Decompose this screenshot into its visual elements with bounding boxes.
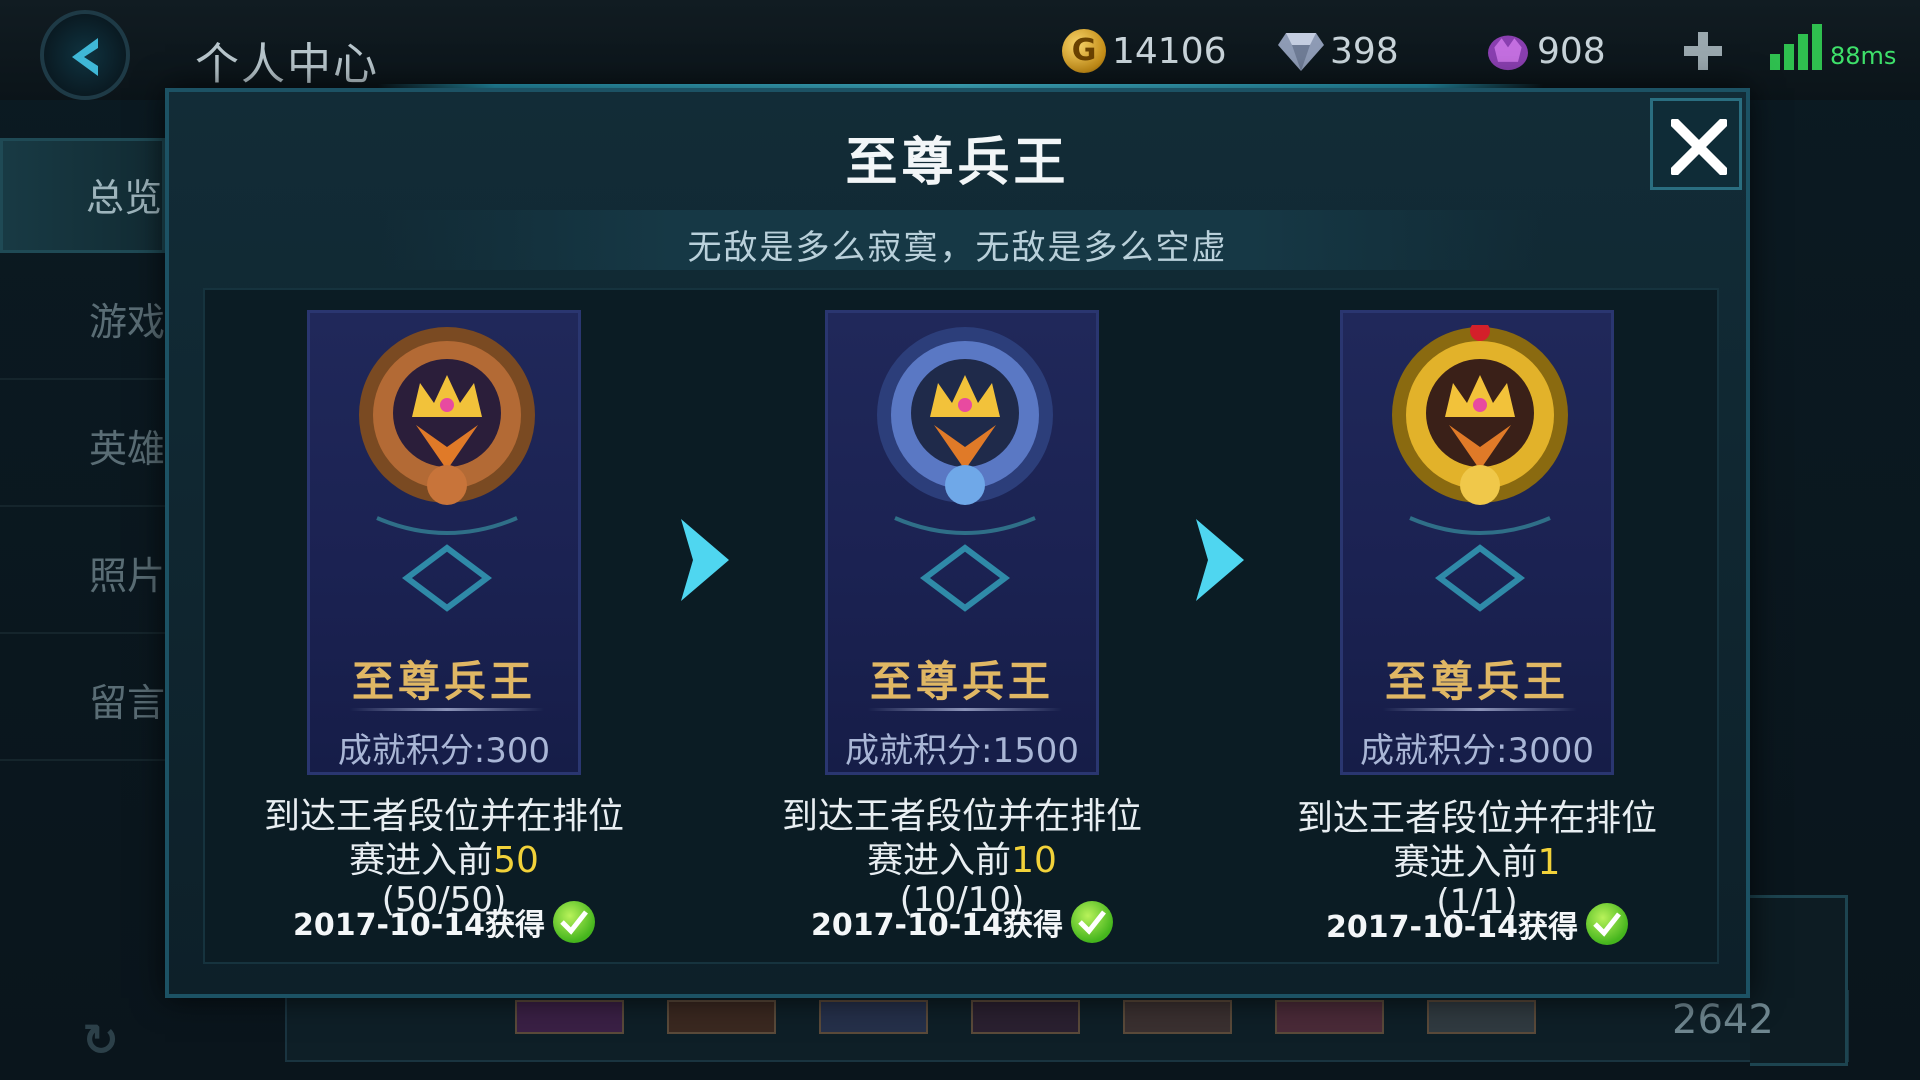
achievement-date: 2017-10-14获得	[782, 900, 1142, 944]
gold-value: 14106	[1112, 30, 1227, 72]
description-rank: 10	[1011, 840, 1057, 881]
check-icon	[1070, 901, 1113, 943]
diamond-value: 398	[1330, 30, 1399, 72]
achievement-card-bronze: 至尊兵王 成就积分:300	[307, 310, 581, 775]
back-arrow-icon	[72, 38, 98, 76]
page-title: 个人中心	[195, 39, 379, 90]
hero-thumbnail	[971, 1000, 1080, 1034]
hero-thumbnail	[515, 1000, 624, 1034]
description-rank: 1	[1537, 842, 1561, 883]
add-currency-button[interactable]	[1680, 28, 1726, 74]
description-text: 到达王者段位并在排位赛进入前	[1297, 798, 1658, 883]
check-icon	[1585, 903, 1628, 945]
sidebar-item-overview[interactable]: 总览	[0, 138, 165, 253]
hero-thumbnail	[1275, 1000, 1384, 1034]
hero-thumbnail	[667, 1000, 776, 1034]
card-points: 成就积分:1500	[845, 731, 1079, 771]
achievement-card-silver: 至尊兵王 成就积分:1500	[825, 310, 1099, 775]
sidebar-item-messages[interactable]: 留言	[0, 646, 165, 761]
modal-title: 至尊兵王	[845, 133, 1070, 193]
silver-emblem-icon	[877, 327, 1053, 505]
hero-thumbnail	[819, 1000, 928, 1034]
sidebar-item-label: 英雄	[88, 427, 165, 471]
chevron-right-icon	[681, 519, 729, 601]
sidebar-item-heroes[interactable]: 英雄	[0, 392, 165, 507]
card-ornament	[894, 516, 1036, 612]
sidebar-item-games[interactable]: 游戏	[0, 265, 165, 380]
description-rank: 50	[493, 840, 539, 881]
achievement-description: 到达王者段位并在排位赛进入前1	[1297, 797, 1657, 885]
ping-value: 88ms	[1830, 42, 1897, 70]
date-text: 2017-10-14获得	[811, 908, 1063, 943]
achievement-description: 到达王者段位并在排位赛进入前50	[264, 795, 624, 883]
bronze-emblem-icon	[359, 327, 535, 505]
card-title: 至尊兵王	[869, 657, 1054, 706]
crystal-value: 908	[1537, 30, 1606, 72]
gold-emblem-icon	[1392, 325, 1568, 505]
date-text: 2017-10-14获得	[1326, 910, 1578, 945]
plus-icon	[1684, 32, 1722, 70]
date-text: 2017-10-14获得	[293, 908, 545, 943]
gold-counter: G 14106	[1062, 26, 1227, 76]
crystal-counter: 908	[1485, 26, 1606, 76]
background-score: 2642	[1672, 997, 1774, 1043]
chevron-right-icon	[1196, 519, 1244, 601]
achievement-description: 到达王者段位并在排位赛进入前10	[782, 795, 1142, 883]
achievement-date: 2017-10-14获得	[1297, 902, 1657, 946]
divider	[1383, 708, 1577, 711]
sidebar-item-label: 留言	[88, 681, 165, 725]
hero-thumbnail	[1123, 1000, 1232, 1034]
card-title: 至尊兵王	[1384, 657, 1569, 706]
close-button[interactable]	[1650, 98, 1742, 190]
achievement-card-gold: 至尊兵王 成就积分:3000	[1340, 310, 1614, 775]
refresh-icon[interactable]: ↻	[82, 1015, 119, 1066]
divider	[350, 708, 544, 711]
sidebar-item-photos[interactable]: 照片	[0, 519, 165, 634]
card-points: 成就积分:300	[337, 731, 551, 771]
sidebar-item-label: 总览	[85, 176, 162, 220]
description-text: 到达王者段位并在排位赛进入前	[782, 796, 1143, 881]
close-icon	[1671, 119, 1727, 175]
sidebar-item-label: 游戏	[88, 300, 165, 344]
crystal-icon	[1488, 35, 1528, 71]
description-text: 到达王者段位并在排位赛进入前	[264, 796, 625, 881]
achievement-date: 2017-10-14获得	[264, 900, 624, 944]
network-status: 88ms	[1770, 24, 1920, 74]
card-ornament	[1409, 516, 1551, 612]
card-points: 成就积分:3000	[1360, 731, 1594, 771]
modal-subtitle: 无敌是多么寂寞，无敌是多么空虚	[687, 228, 1228, 268]
hero-thumbnail	[1427, 1000, 1536, 1034]
sidebar-item-label: 照片	[88, 554, 165, 598]
back-button[interactable]	[40, 10, 130, 100]
check-icon	[552, 901, 595, 943]
gold-coin-icon: G	[1062, 29, 1106, 73]
diamond-icon	[1278, 33, 1324, 71]
diamond-counter: 398	[1278, 26, 1399, 76]
card-title: 至尊兵王	[351, 657, 536, 706]
card-ornament	[376, 516, 518, 612]
divider	[868, 708, 1062, 711]
